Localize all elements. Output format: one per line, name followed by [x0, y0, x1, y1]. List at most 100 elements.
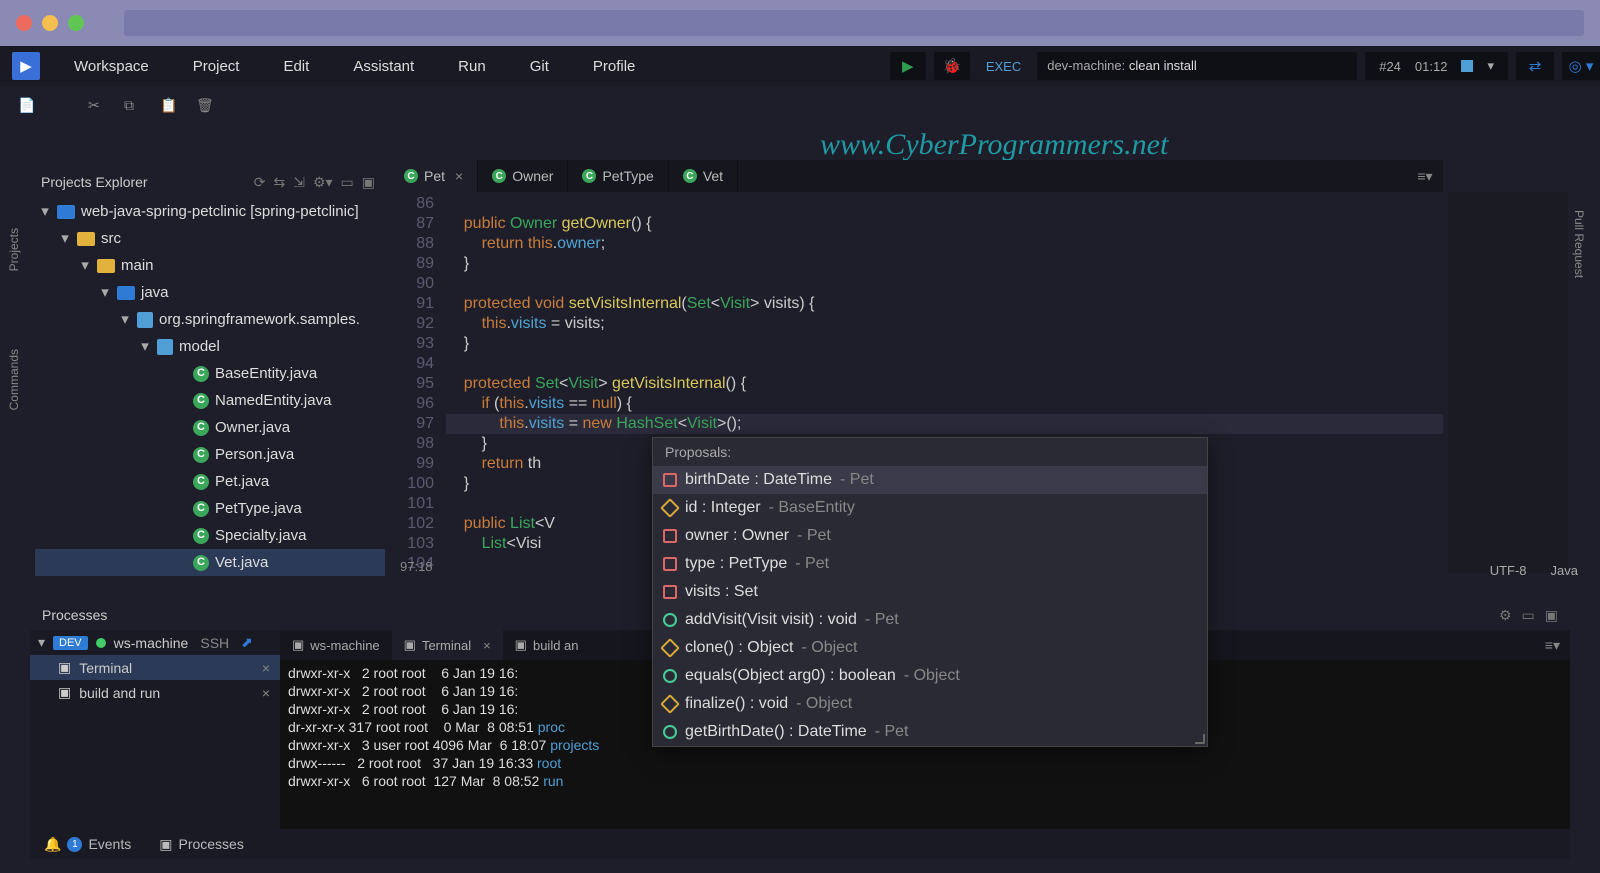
- tree-item[interactable]: COwner.java: [35, 414, 385, 441]
- menu-assistant[interactable]: Assistant: [331, 58, 436, 75]
- maximize-window-button[interactable]: [68, 15, 84, 31]
- editor-tab-pet[interactable]: CPet×: [390, 160, 478, 192]
- toolbar: 📄 ✂ ⧉ 📋 🗑: [0, 86, 1600, 130]
- close-icon[interactable]: ×: [483, 638, 491, 653]
- tree-item[interactable]: ▾model: [35, 333, 385, 360]
- resize-handle[interactable]: [1195, 734, 1205, 744]
- terminal-icon: ▣: [58, 684, 71, 701]
- close-tab-icon[interactable]: ×: [455, 168, 463, 184]
- proposal-kind-icon: [660, 694, 680, 714]
- proposal-item[interactable]: clone() : Object - Object: [653, 634, 1207, 662]
- tree-item[interactable]: ▾web-java-spring-petclinic [spring-petcl…: [35, 198, 385, 225]
- proposal-kind-icon: [663, 557, 677, 571]
- delete-icon[interactable]: 🗑: [196, 97, 218, 119]
- menu-run[interactable]: Run: [436, 58, 508, 75]
- process-item[interactable]: ▣build and run×: [30, 680, 280, 705]
- tree-item[interactable]: CBaseEntity.java: [35, 360, 385, 387]
- refresh-icon[interactable]: ⟳: [254, 174, 266, 191]
- gear-icon[interactable]: ⚙▾: [313, 174, 333, 191]
- maximize-panel-icon[interactable]: ▣: [362, 174, 375, 191]
- terminal-icon: ▣: [58, 659, 71, 676]
- editor-tab-pettype[interactable]: CPetType: [568, 160, 668, 192]
- side-tab-commands[interactable]: Commands: [0, 330, 28, 430]
- terminal-tab-menu[interactable]: ≡▾: [1535, 637, 1570, 654]
- proposal-kind-icon: [663, 473, 677, 487]
- ssh-icon[interactable]: ⬈: [241, 634, 253, 651]
- watermark-text: www.CyberProgrammers.net: [820, 128, 1168, 162]
- minimize-window-button[interactable]: [42, 15, 58, 31]
- proposal-item[interactable]: owner : Owner - Pet: [653, 522, 1207, 550]
- proposal-kind-icon: [663, 669, 677, 683]
- tree-item[interactable]: ▾java: [35, 279, 385, 306]
- exec-command-input[interactable]: dev-machine: clean install: [1037, 52, 1357, 80]
- encoding-info: UTF-8Java: [1490, 563, 1578, 578]
- terminal-tab[interactable]: ▣build an: [503, 630, 591, 660]
- side-tab-projects[interactable]: Projects: [0, 210, 28, 290]
- status-dot-icon: [96, 638, 106, 648]
- tree-item[interactable]: CVet.java: [35, 549, 385, 576]
- settings-button[interactable]: ◎ ▾: [1562, 52, 1600, 80]
- tree-item[interactable]: CPerson.java: [35, 441, 385, 468]
- bottom-bar: 🔔 1 Events ▣ Processes: [30, 829, 1570, 859]
- terminal-tab[interactable]: ▣ws-machine: [280, 630, 392, 660]
- close-icon[interactable]: ×: [262, 660, 270, 676]
- side-tab-pull-request[interactable]: Pull Request: [1572, 210, 1600, 281]
- menu-edit[interactable]: Edit: [261, 58, 331, 75]
- chevron-down-icon[interactable]: ▾: [1487, 58, 1494, 74]
- terminal-tab[interactable]: ▣Terminal×: [392, 630, 503, 660]
- processes-tab[interactable]: ▣ Processes: [159, 836, 244, 853]
- terminal-icon: ▣: [404, 637, 416, 653]
- tree-item[interactable]: ▾src: [35, 225, 385, 252]
- collapse-icon[interactable]: ⇆: [273, 174, 285, 191]
- tree-item[interactable]: ▾main: [35, 252, 385, 279]
- menu-workspace[interactable]: Workspace: [52, 58, 171, 75]
- cut-icon[interactable]: ✂: [88, 97, 110, 119]
- stop-icon[interactable]: [1461, 60, 1473, 72]
- proposal-item[interactable]: getBirthDate() : DateTime - Pet: [653, 718, 1207, 746]
- proposal-item[interactable]: id : Integer - BaseEntity: [653, 494, 1207, 522]
- minimize-panel-icon[interactable]: ▭: [341, 174, 354, 191]
- close-window-button[interactable]: [16, 15, 32, 31]
- close-icon[interactable]: ×: [262, 685, 270, 701]
- machine-row[interactable]: ▾ DEV ws-machine SSH ⬈: [30, 630, 280, 655]
- maximize-panel-icon[interactable]: ▣: [1545, 607, 1558, 624]
- editor-tab-vet[interactable]: CVet: [669, 160, 738, 192]
- proposal-item[interactable]: finalize() : void - Object: [653, 690, 1207, 718]
- proposal-item[interactable]: addVisit(Visit visit) : void - Pet: [653, 606, 1207, 634]
- menu-profile[interactable]: Profile: [571, 58, 658, 75]
- gear-icon[interactable]: ⚙: [1499, 607, 1512, 624]
- tree-item[interactable]: CSpecialty.java: [35, 522, 385, 549]
- menu-project[interactable]: Project: [171, 58, 262, 75]
- proposal-item[interactable]: birthDate : DateTime - Pet: [653, 466, 1207, 494]
- minimap[interactable]: [1448, 192, 1568, 573]
- cursor-position: 97:18: [390, 555, 443, 578]
- editor-tabs: CPet×COwnerCPetTypeCVet ≡▾: [390, 160, 1443, 192]
- debug-button[interactable]: 🐞: [934, 52, 970, 80]
- run-status[interactable]: #24 01:12 ▾: [1365, 52, 1508, 80]
- menu-bar: ▶ WorkspaceProjectEditAssistantRunGitPro…: [0, 46, 1600, 86]
- url-bar[interactable]: [124, 10, 1584, 36]
- menu-git[interactable]: Git: [508, 58, 571, 75]
- tree-item[interactable]: CNamedEntity.java: [35, 387, 385, 414]
- proposal-item[interactable]: equals(Object arg0) : boolean - Object: [653, 662, 1207, 690]
- new-file-icon[interactable]: 📄: [18, 97, 40, 119]
- tree-item[interactable]: CPet.java: [35, 468, 385, 495]
- tree-item[interactable]: CPetType.java: [35, 495, 385, 522]
- tab-list-button[interactable]: ≡▾: [1407, 160, 1443, 192]
- minimize-panel-icon[interactable]: ▭: [1522, 607, 1535, 624]
- run-button[interactable]: ▶: [890, 52, 926, 80]
- link-icon[interactable]: ⇲: [293, 174, 305, 191]
- proposal-item[interactable]: type : PetType - Pet: [653, 550, 1207, 578]
- dev-badge: DEV: [53, 636, 88, 650]
- menu-toggle-button[interactable]: ▶: [12, 52, 40, 80]
- terminal-icon: ▣: [515, 637, 527, 653]
- tree-item[interactable]: ▾org.springframework.samples.: [35, 306, 385, 333]
- proposal-item[interactable]: visits : Set: [653, 578, 1207, 606]
- proposals-title: Proposals:: [653, 438, 1207, 466]
- editor-tab-owner[interactable]: COwner: [478, 160, 568, 192]
- paste-icon[interactable]: 📋: [160, 97, 182, 119]
- remote-button[interactable]: ⇄: [1516, 52, 1554, 80]
- events-tab[interactable]: 🔔 1 Events: [44, 836, 131, 853]
- copy-icon[interactable]: ⧉: [124, 97, 146, 119]
- process-item[interactable]: ▣Terminal×: [30, 655, 280, 680]
